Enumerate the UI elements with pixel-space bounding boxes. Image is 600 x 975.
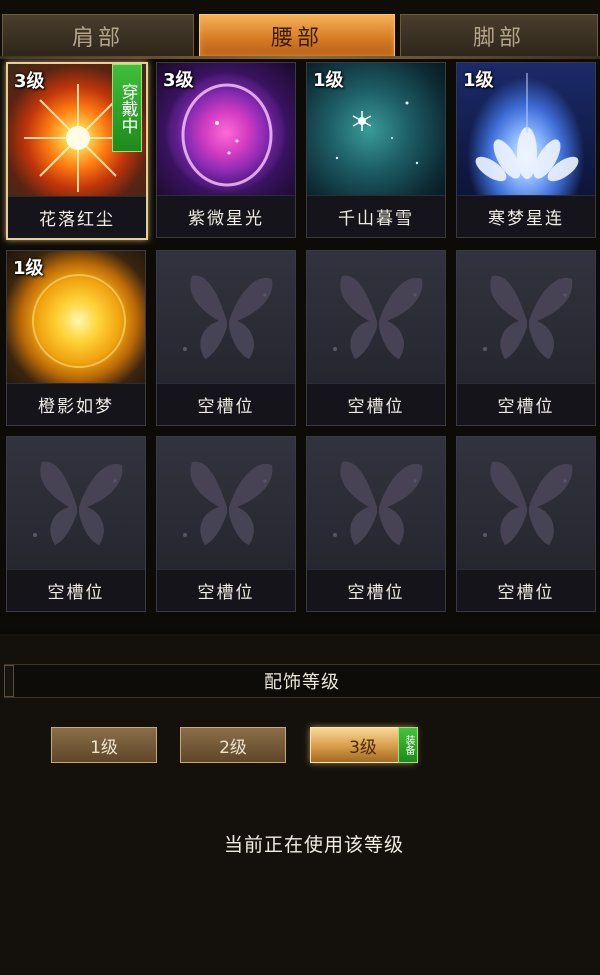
butterfly-placeholder-icon bbox=[457, 437, 595, 571]
accessory-name: 空槽位 bbox=[157, 383, 295, 425]
accessory-name: 空槽位 bbox=[7, 569, 145, 611]
butterfly-placeholder-icon bbox=[157, 437, 295, 571]
level-tag: 1级 bbox=[313, 70, 344, 91]
accessory-level-panel: 配饰等级 1级 2级 3级 装备 当前正在使用该等级 bbox=[0, 630, 600, 975]
accessory-name: 空槽位 bbox=[307, 383, 445, 425]
accessory-name: 紫微星光 bbox=[157, 195, 295, 237]
empty-slot-card[interactable]: 空槽位 bbox=[306, 250, 446, 426]
accessory-card-4[interactable]: 1级 寒梦星连 bbox=[456, 62, 596, 238]
tab-divider bbox=[0, 56, 600, 59]
accessory-name: 寒梦星连 bbox=[457, 195, 595, 237]
butterfly-placeholder-icon bbox=[457, 251, 595, 385]
accessory-card-1[interactable]: 3级 穿戴中 花落红尘 bbox=[6, 62, 148, 240]
empty-slot-card[interactable]: 空槽位 bbox=[456, 436, 596, 612]
butterfly-placeholder-icon bbox=[307, 251, 445, 385]
level-status-text: 当前正在使用该等级 bbox=[223, 834, 404, 856]
tab-waist[interactable]: 腰部 bbox=[199, 14, 395, 56]
title-bar-cap bbox=[4, 665, 14, 697]
accessory-name: 花落红尘 bbox=[8, 196, 146, 238]
panel-divider bbox=[0, 630, 600, 634]
accessory-name: 橙影如梦 bbox=[7, 383, 145, 425]
accessory-name: 空槽位 bbox=[157, 569, 295, 611]
empty-slot-card[interactable]: 空槽位 bbox=[306, 436, 446, 612]
accessory-card-5[interactable]: 1级 橙影如梦 bbox=[6, 250, 146, 426]
accessory-name: 空槽位 bbox=[457, 569, 595, 611]
tab-feet[interactable]: 脚部 bbox=[400, 14, 598, 56]
accessory-name: 千山暮雪 bbox=[307, 195, 445, 237]
tab-shoulder[interactable]: 肩部 bbox=[2, 14, 194, 56]
butterfly-placeholder-icon bbox=[307, 437, 445, 571]
level-tag: 3级 bbox=[14, 71, 45, 92]
butterfly-placeholder-icon bbox=[157, 251, 295, 385]
empty-slot-card[interactable]: 空槽位 bbox=[156, 436, 296, 612]
empty-slot-card[interactable]: 空槽位 bbox=[6, 436, 146, 612]
panel-title: 配饰等级 bbox=[264, 672, 340, 693]
level-tag: 1级 bbox=[13, 258, 44, 279]
level-1-button[interactable]: 1级 bbox=[51, 727, 157, 763]
level-tag: 3级 bbox=[163, 70, 194, 91]
accessory-name: 空槽位 bbox=[457, 383, 595, 425]
level-2-button[interactable]: 2级 bbox=[180, 727, 286, 763]
empty-slot-card[interactable]: 空槽位 bbox=[156, 250, 296, 426]
accessory-card-2[interactable]: 3级 紫微星光 bbox=[156, 62, 296, 238]
panel-title-bar: 配饰等级 bbox=[4, 664, 600, 698]
equipped-badge: 装备 bbox=[398, 727, 418, 763]
butterfly-placeholder-icon bbox=[7, 437, 145, 571]
slot-tab-bar: 肩部 腰部 脚部 bbox=[0, 0, 600, 60]
accessory-name: 空槽位 bbox=[307, 569, 445, 611]
level-tag: 1级 bbox=[463, 70, 494, 91]
wearing-badge: 穿戴中 bbox=[112, 64, 142, 152]
accessory-card-3[interactable]: 1级 千山暮雪 bbox=[306, 62, 446, 238]
empty-slot-card[interactable]: 空槽位 bbox=[456, 250, 596, 426]
